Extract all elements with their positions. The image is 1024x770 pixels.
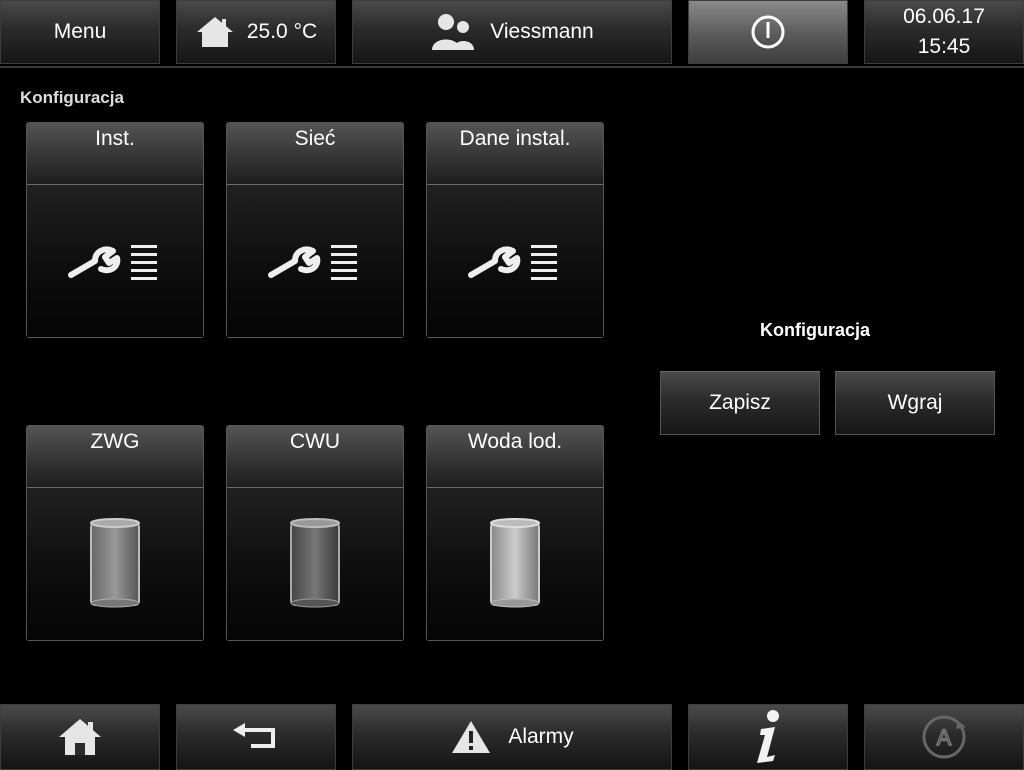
load-label: Wgraj xyxy=(887,391,943,414)
config-label: Konfiguracja xyxy=(760,320,871,340)
users-icon xyxy=(432,14,475,50)
temperature-button[interactable]: 25.0 °C xyxy=(176,0,336,64)
info-icon xyxy=(757,710,779,763)
page-title: Konfiguracja xyxy=(20,88,124,107)
menu-label: Menu xyxy=(53,20,107,43)
home-icon xyxy=(59,719,101,755)
home-icon xyxy=(196,17,233,47)
back-button[interactable] xyxy=(176,704,336,770)
save-label: Zapisz xyxy=(709,391,771,414)
tile-label: Dane instal. xyxy=(427,123,603,185)
save-button[interactable]: Zapisz xyxy=(660,371,820,435)
power-button[interactable] xyxy=(688,0,848,64)
menu-button[interactable]: Menu xyxy=(0,0,160,64)
tank-icon xyxy=(490,518,540,608)
date-time-button[interactable]: 06.06.17 15:45 xyxy=(864,0,1024,64)
tile-label: Sieć xyxy=(227,123,403,185)
tank-icon xyxy=(290,518,340,608)
tile-label: CWU xyxy=(227,426,403,488)
user-button[interactable]: Viessmann xyxy=(352,0,672,64)
svg-text:A: A xyxy=(937,725,952,750)
wrench-list-icon xyxy=(268,245,357,280)
back-arrow-icon xyxy=(233,723,275,748)
alarms-label: Alarmy xyxy=(508,725,574,748)
top-bar: Menu 25.0 °C Viessmann 06.06.17 15:45 xyxy=(0,0,1024,68)
tile-woda-lod[interactable]: Woda lod. xyxy=(426,425,604,641)
load-button[interactable]: Wgraj xyxy=(835,371,995,435)
auto-mode-button[interactable]: A xyxy=(864,704,1024,770)
user-name: Viessmann xyxy=(490,20,594,43)
tile-dane-instal[interactable]: Dane instal. xyxy=(426,122,604,338)
wrench-list-icon xyxy=(68,245,157,280)
auto-mode-icon: A xyxy=(922,715,966,759)
tank-icon xyxy=(90,518,140,608)
tile-label: Woda lod. xyxy=(427,426,603,488)
alarms-button[interactable]: Alarmy xyxy=(352,704,672,770)
tile-inst[interactable]: Inst. xyxy=(26,122,204,338)
tile-label: Inst. xyxy=(27,123,203,185)
tile-label: ZWG xyxy=(27,426,203,488)
date-value: 06.06.17 xyxy=(903,5,985,28)
tile-siec[interactable]: Sieć xyxy=(226,122,404,338)
tile-zwg[interactable]: ZWG xyxy=(26,425,204,641)
wrench-list-icon xyxy=(468,245,557,280)
home-button[interactable] xyxy=(0,704,160,770)
bottom-bar: Alarmy A xyxy=(0,702,1024,770)
power-icon xyxy=(751,15,785,49)
info-button[interactable] xyxy=(688,704,848,770)
temperature-value: 25.0 °C xyxy=(246,20,318,43)
time-value: 15:45 xyxy=(917,35,971,58)
warning-icon xyxy=(452,721,491,753)
tile-cwu[interactable]: CWU xyxy=(226,425,404,641)
